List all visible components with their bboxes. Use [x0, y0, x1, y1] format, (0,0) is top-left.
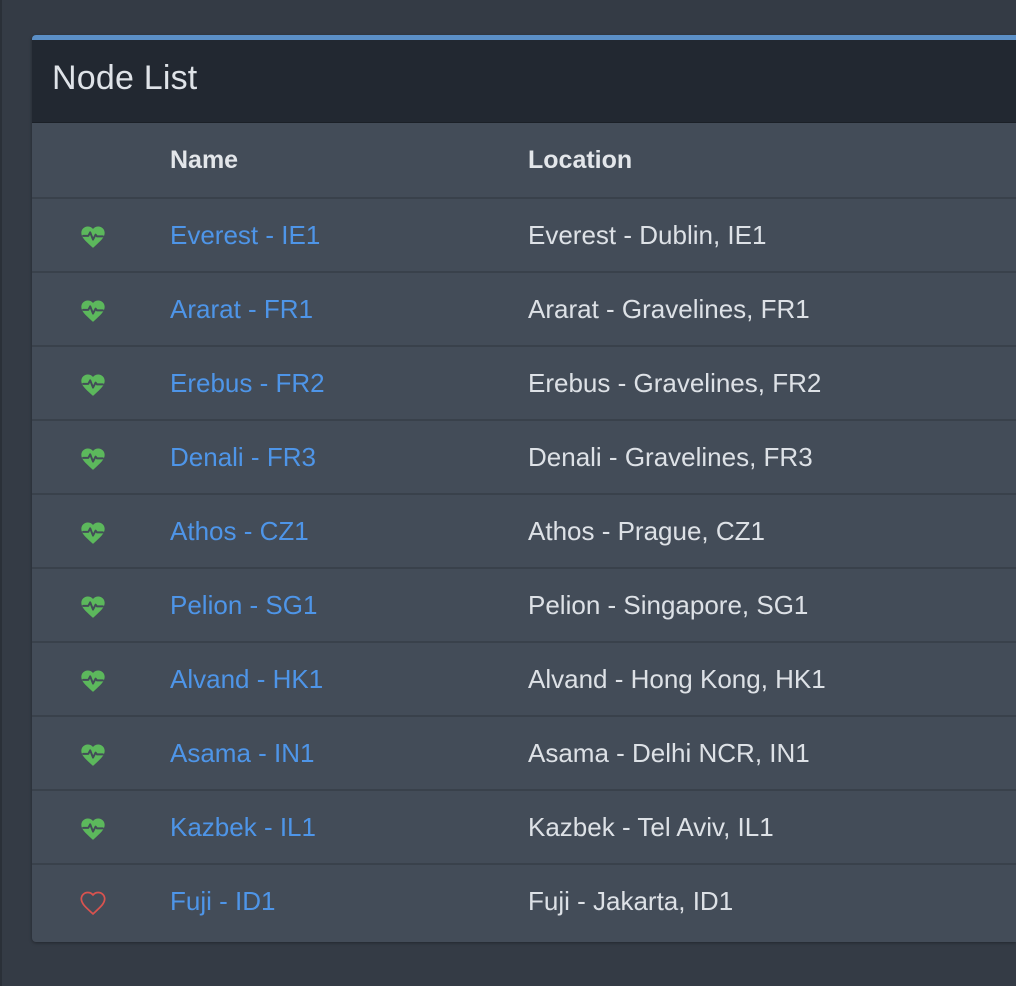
- node-location-cell: Everest - Dublin, IE1: [528, 198, 1016, 273]
- status-cell: [32, 790, 170, 865]
- node-name-link[interactable]: Denali - FR3: [170, 442, 316, 472]
- node-location-cell: Ararat - Gravelines, FR1: [528, 272, 1016, 347]
- node-location-text: Alvand - Hong Kong, HK1: [528, 663, 826, 694]
- table-row: Fuji - ID1 Fuji - Jakarta, ID1: [32, 864, 1016, 937]
- table-row: Pelion - SG1 Pelion - Singapore, SG1: [32, 568, 1016, 643]
- status-cell: [32, 346, 170, 421]
- node-location-text: Everest - Dublin, IE1: [528, 219, 767, 250]
- node-name-link[interactable]: Kazbek - IL1: [170, 812, 316, 842]
- node-location-cell: Pelion - Singapore, SG1: [528, 568, 1016, 643]
- table-row: Denali - FR3 Denali - Gravelines, FR3: [32, 420, 1016, 495]
- panel-header: Node List: [32, 40, 1016, 123]
- status-cell: [32, 864, 170, 937]
- status-cell: [32, 642, 170, 717]
- node-name-cell: Asama - IN1: [170, 716, 528, 791]
- column-header-location[interactable]: Location: [528, 123, 1016, 199]
- table-body: Everest - IE1 Everest - Dublin, IE1 Ararat…: [32, 198, 1016, 937]
- table-row: Kazbek - IL1 Kazbek - Tel Aviv, IL1: [32, 790, 1016, 865]
- node-location-text: Ararat - Gravelines, FR1: [528, 293, 810, 324]
- table-row: Erebus - FR2 Erebus - Gravelines, FR2: [32, 346, 1016, 421]
- node-table: Name Location Everest - IE1 Everest - Dub…: [32, 123, 1016, 937]
- node-location-text: Denali - Gravelines, FR3: [528, 441, 813, 472]
- table-row: Asama - IN1 Asama - Delhi NCR, IN1: [32, 716, 1016, 791]
- node-name-link[interactable]: Athos - CZ1: [170, 516, 309, 546]
- node-name-link[interactable]: Ararat - FR1: [170, 294, 313, 324]
- node-name-cell: Denali - FR3: [170, 420, 528, 495]
- node-name-cell: Kazbek - IL1: [170, 790, 528, 865]
- column-header-status: [32, 123, 170, 199]
- table-header-row: Name Location: [32, 123, 1016, 199]
- status-cell: [32, 198, 170, 273]
- node-name-link[interactable]: Fuji - ID1: [170, 886, 275, 916]
- node-name-link[interactable]: Alvand - HK1: [170, 664, 323, 694]
- table-row: Alvand - HK1 Alvand - Hong Kong, HK1: [32, 642, 1016, 717]
- node-location-cell: Kazbek - Tel Aviv, IL1: [528, 790, 1016, 865]
- heartbeat-icon: [81, 448, 105, 470]
- status-cell: [32, 420, 170, 495]
- node-location-text: Athos - Prague, CZ1: [528, 515, 765, 546]
- heartbeat-icon: [81, 818, 105, 840]
- panel-title: Node List: [52, 58, 198, 97]
- node-name-link[interactable]: Everest - IE1: [170, 220, 320, 250]
- node-name-cell: Alvand - HK1: [170, 642, 528, 717]
- heartbeat-icon: [81, 226, 105, 248]
- status-cell: [32, 716, 170, 791]
- table-row: Ararat - FR1 Ararat - Gravelines, FR1: [32, 272, 1016, 347]
- heartbeat-icon: [81, 374, 105, 396]
- node-name-link[interactable]: Erebus - FR2: [170, 368, 325, 398]
- heartbeat-icon: [81, 596, 105, 618]
- heartbeat-icon: [81, 670, 105, 692]
- heartbeat-icon: [81, 300, 105, 322]
- heartbeat-icon: [81, 744, 105, 766]
- node-location-cell: Erebus - Gravelines, FR2: [528, 346, 1016, 421]
- column-header-name[interactable]: Name: [170, 123, 528, 199]
- table-row: Everest - IE1 Everest - Dublin, IE1: [32, 198, 1016, 273]
- node-location-text: Kazbek - Tel Aviv, IL1: [528, 811, 774, 842]
- heart-outline-icon: [80, 891, 106, 915]
- node-name-cell: Pelion - SG1: [170, 568, 528, 643]
- node-location-text: Fuji - Jakarta, ID1: [528, 885, 734, 916]
- node-name-cell: Athos - CZ1: [170, 494, 528, 569]
- node-list-panel: Node List Name Location Everest - IE1 Eve…: [32, 35, 1016, 942]
- node-location-cell: Fuji - Jakarta, ID1: [528, 864, 1016, 937]
- node-location-cell: Denali - Gravelines, FR3: [528, 420, 1016, 495]
- status-cell: [32, 568, 170, 643]
- table-row: Athos - CZ1 Athos - Prague, CZ1: [32, 494, 1016, 569]
- node-location-cell: Athos - Prague, CZ1: [528, 494, 1016, 569]
- node-location-text: Erebus - Gravelines, FR2: [528, 367, 822, 398]
- node-name-link[interactable]: Asama - IN1: [170, 738, 315, 768]
- status-cell: [32, 272, 170, 347]
- node-name-cell: Everest - IE1: [170, 198, 528, 273]
- page-edge: [0, 0, 2, 986]
- status-cell: [32, 494, 170, 569]
- node-name-link[interactable]: Pelion - SG1: [170, 590, 317, 620]
- node-location-text: Pelion - Singapore, SG1: [528, 589, 809, 620]
- node-name-cell: Erebus - FR2: [170, 346, 528, 421]
- heartbeat-icon: [81, 522, 105, 544]
- node-location-text: Asama - Delhi NCR, IN1: [528, 737, 810, 768]
- node-location-cell: Asama - Delhi NCR, IN1: [528, 716, 1016, 791]
- node-location-cell: Alvand - Hong Kong, HK1: [528, 642, 1016, 717]
- node-name-cell: Fuji - ID1: [170, 864, 528, 937]
- node-name-cell: Ararat - FR1: [170, 272, 528, 347]
